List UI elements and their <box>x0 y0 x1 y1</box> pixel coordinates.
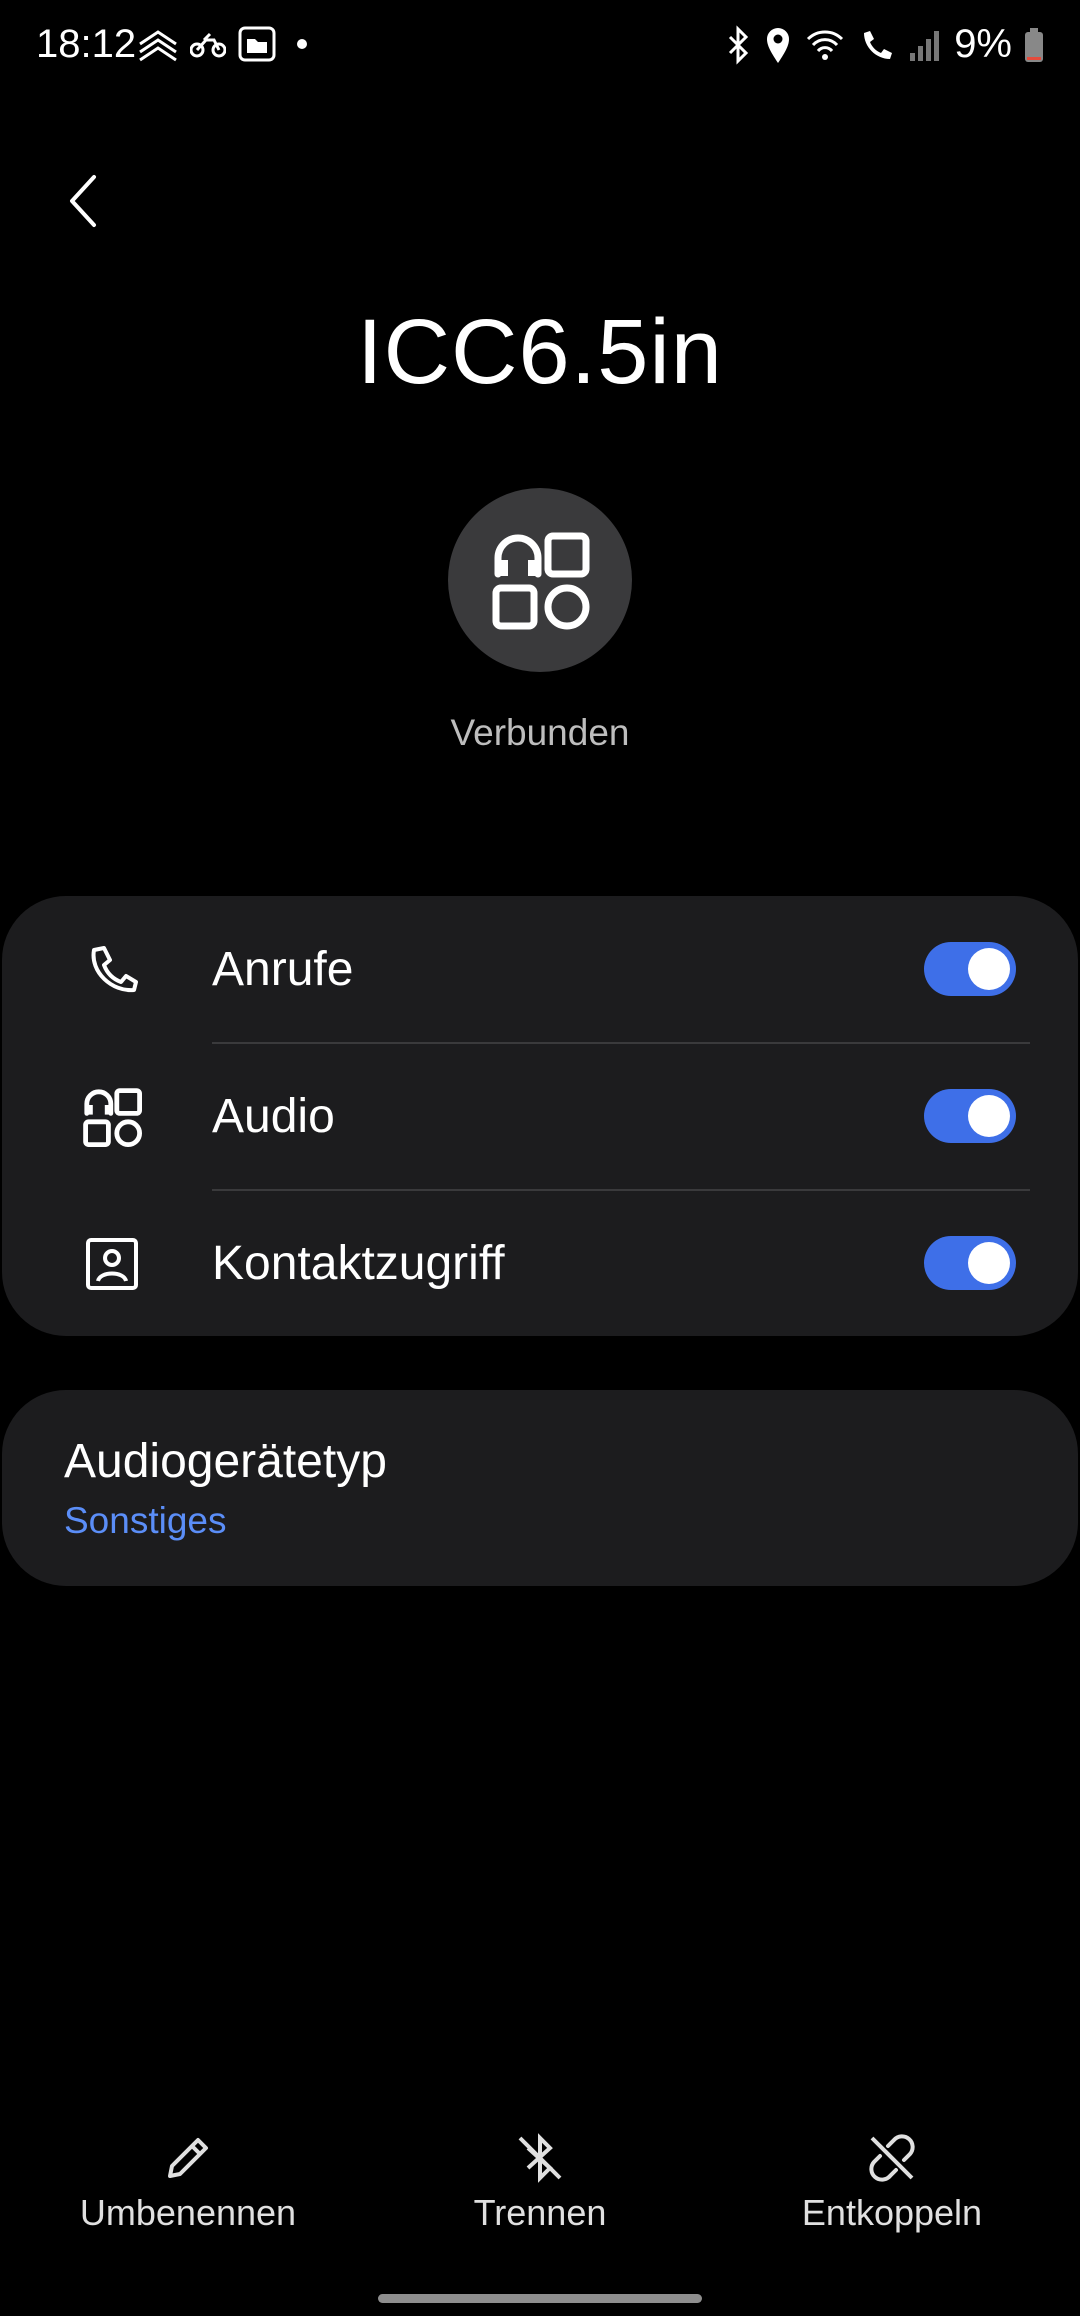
location-icon <box>764 25 792 65</box>
battery-icon <box>1024 27 1044 63</box>
toggle-knob <box>968 1095 1010 1137</box>
profiles-card: Anrufe Audio Kontaktzugriff <box>2 896 1078 1336</box>
device-name: ICC6.5in <box>357 301 723 403</box>
profile-label-audio: Audio <box>212 1090 335 1143</box>
audio-device-icon <box>80 1085 144 1149</box>
dot-icon <box>288 34 316 54</box>
contact-icon <box>80 1232 144 1296</box>
pencil-icon <box>160 2130 216 2186</box>
status-time: 18:12 <box>36 22 137 66</box>
bluetooth-off-icon <box>512 2130 568 2186</box>
unlink-icon <box>864 2130 920 2186</box>
profile-row-calls[interactable]: Anrufe <box>2 896 1078 1043</box>
profile-row-audio[interactable]: Audio <box>2 1043 1078 1190</box>
chevrons-icon <box>138 26 178 62</box>
profile-row-contacts[interactable]: Kontaktzugriff <box>2 1190 1078 1337</box>
profile-label-contacts: Kontaktzugriff <box>212 1237 505 1290</box>
folder-icon <box>238 26 276 62</box>
toggle-knob <box>968 1242 1010 1284</box>
connection-status: Verbunden <box>450 712 630 753</box>
motorbike-icon <box>190 30 226 58</box>
disconnect-label: Trennen <box>473 2192 607 2233</box>
toggle-knob <box>968 948 1010 990</box>
toggle-audio[interactable] <box>924 1089 1016 1143</box>
phone-wifi-icon <box>858 25 896 65</box>
bluetooth-icon <box>724 24 752 65</box>
rename-label: Umbenennen <box>79 2192 297 2233</box>
status-bar: 18:12 9% <box>0 0 1080 96</box>
toggle-contacts[interactable] <box>924 1236 1016 1290</box>
signal-icon <box>908 27 942 63</box>
audio-type-title: Audiogerätetyp <box>64 1435 387 1488</box>
audio-type-value: Sonstiges <box>64 1500 227 1541</box>
unpair-button[interactable]: Entkoppeln <box>742 2130 1042 2234</box>
back-button[interactable] <box>52 165 112 237</box>
battery-percent: 9% <box>954 22 1012 66</box>
device-avatar <box>448 488 632 672</box>
status-left-icons <box>138 26 316 62</box>
phone-icon <box>80 938 144 1002</box>
unpair-label: Entkoppeln <box>801 2192 983 2233</box>
rename-button[interactable]: Umbenennen <box>38 2130 338 2234</box>
audio-device-icon <box>490 530 590 630</box>
chevron-left-icon <box>64 173 100 229</box>
wifi-calling-icon <box>804 25 846 65</box>
profile-label-calls: Anrufe <box>212 943 354 996</box>
disconnect-button[interactable]: Trennen <box>390 2130 690 2234</box>
audio-type-card[interactable]: Audiogerätetyp Sonstiges <box>2 1390 1078 1586</box>
home-indicator[interactable] <box>378 2294 702 2303</box>
status-right-icons: 9% <box>724 22 1044 67</box>
bottom-action-bar: Umbenennen Trennen Entkoppeln <box>0 2130 1080 2240</box>
toggle-calls[interactable] <box>924 942 1016 996</box>
